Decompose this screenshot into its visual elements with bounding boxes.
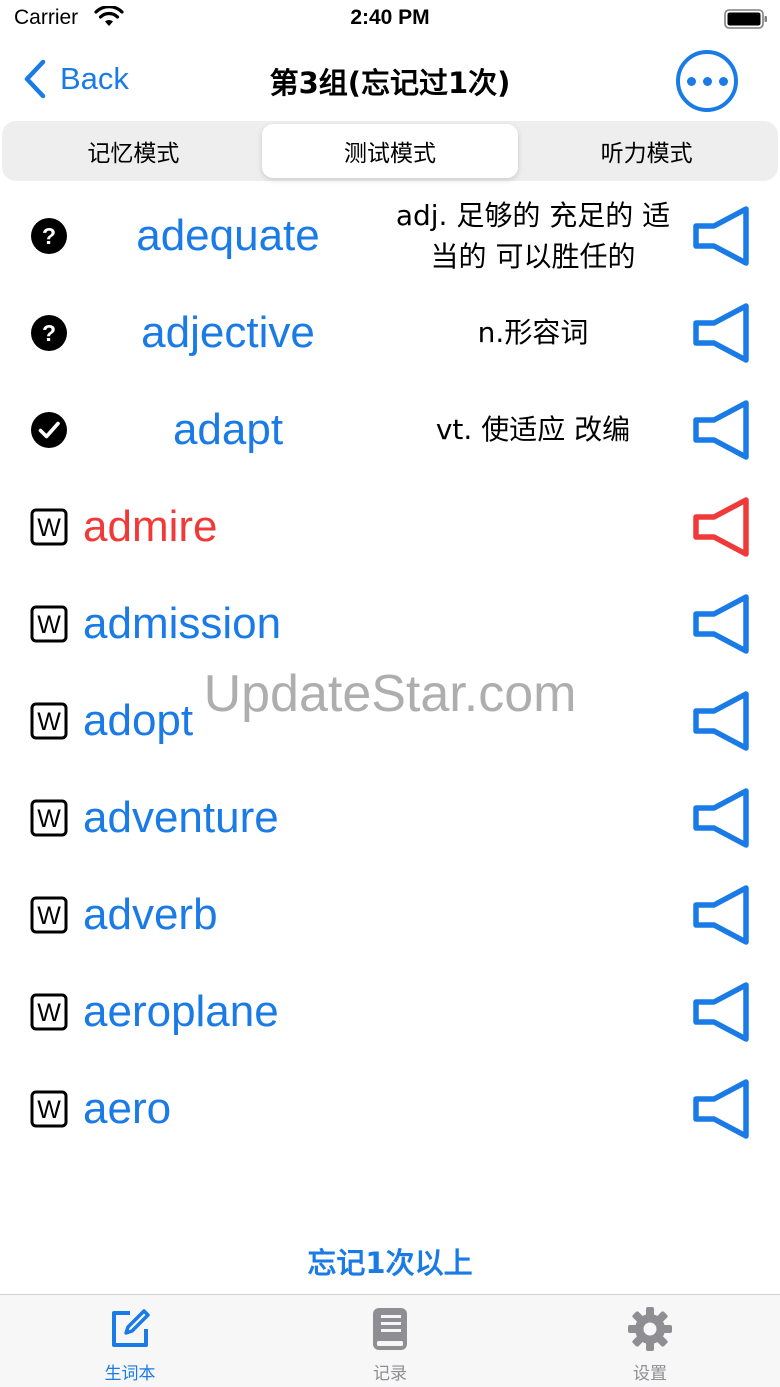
word-row: ? adjective n.形容词	[0, 284, 780, 381]
word-list: ? adequate adj. 足够的 充足的 适当的 可以胜任的 ? adje…	[0, 187, 780, 1157]
unknown-icon: ?	[30, 314, 68, 352]
speaker-icon[interactable]	[690, 593, 754, 655]
more-options-button[interactable]	[676, 50, 738, 112]
w-icon: W	[30, 1090, 68, 1128]
word-row: W adventure	[0, 769, 780, 866]
svg-text:W: W	[37, 902, 61, 930]
word-row: W aeroplane	[0, 963, 780, 1060]
word-row: W aero	[0, 1060, 780, 1157]
svg-text:W: W	[37, 708, 61, 736]
word-meaning: adj. 足够的 充足的 适当的 可以胜任的	[395, 198, 671, 273]
word-meaning: n.形容词	[477, 316, 589, 349]
gear-icon	[628, 1307, 672, 1351]
status-bar: Carrier 2:40 PM	[0, 0, 780, 40]
speaker-icon[interactable]	[690, 496, 754, 558]
w-icon: W	[30, 702, 68, 740]
word-meaning: vt. 使适应 改编	[435, 413, 631, 446]
word-row: W admire	[0, 478, 780, 575]
speaker-icon[interactable]	[690, 981, 754, 1043]
speaker-icon[interactable]	[690, 787, 754, 849]
unknown-icon: ?	[30, 217, 68, 255]
svg-text:W: W	[37, 999, 61, 1027]
word-text[interactable]: aero	[83, 1060, 171, 1157]
w-icon: W	[30, 799, 68, 837]
forgot-more-than-once-link[interactable]: 忘记1次以上	[0, 1240, 780, 1282]
word-text[interactable]: adverb	[83, 866, 218, 963]
speaker-icon[interactable]	[690, 690, 754, 752]
svg-text:?: ?	[42, 223, 56, 249]
svg-text:?: ?	[42, 320, 56, 346]
speaker-icon[interactable]	[690, 1078, 754, 1140]
word-text[interactable]: adjective	[90, 284, 366, 381]
more-dots-icon	[686, 76, 696, 86]
w-icon: W	[30, 896, 68, 934]
svg-text:W: W	[37, 611, 61, 639]
book-icon	[373, 1308, 407, 1350]
word-row: W adverb	[0, 866, 780, 963]
svg-text:W: W	[37, 1096, 61, 1124]
w-icon: W	[30, 508, 68, 546]
w-icon: W	[30, 605, 68, 643]
speaker-icon[interactable]	[690, 884, 754, 946]
tab-label: 设置	[633, 1364, 667, 1384]
more-dots-icon	[702, 76, 712, 86]
word-text[interactable]: admire	[83, 478, 218, 575]
tab-records[interactable]: 记录	[260, 1295, 520, 1387]
navigation-bar: Back 第3组(忘记过1次)	[0, 44, 780, 118]
tab-settings[interactable]: 设置	[520, 1295, 780, 1387]
word-text[interactable]: adapt	[90, 381, 366, 478]
word-row: W admission	[0, 575, 780, 672]
svg-text:W: W	[37, 514, 61, 542]
tab-vocabulary[interactable]: 生词本	[0, 1295, 260, 1387]
w-icon: W	[30, 993, 68, 1031]
word-row: ? adequate adj. 足够的 充足的 适当的 可以胜任的	[0, 187, 780, 284]
word-row: adapt vt. 使适应 改编	[0, 381, 780, 478]
checkmark-icon	[30, 411, 68, 449]
segment-test-mode[interactable]: 测试模式	[261, 124, 519, 178]
word-text[interactable]: aeroplane	[83, 963, 279, 1060]
speaker-icon[interactable]	[690, 205, 754, 267]
word-text[interactable]: adequate	[90, 187, 366, 284]
more-dots-icon	[718, 76, 728, 86]
battery-icon	[724, 9, 767, 29]
clock: 2:40 PM	[350, 6, 430, 29]
tab-label: 记录	[373, 1364, 407, 1384]
word-text[interactable]: adventure	[83, 769, 279, 866]
page-title: 第3组(忘记过1次)	[269, 66, 511, 100]
speaker-icon[interactable]	[690, 302, 754, 364]
mode-segmented-control: 记忆模式 测试模式 听力模式	[2, 121, 778, 181]
segment-memory-mode[interactable]: 记忆模式	[5, 124, 262, 178]
word-text[interactable]: adopt	[83, 672, 193, 769]
tab-label: 生词本	[104, 1364, 156, 1384]
svg-text:W: W	[37, 805, 61, 833]
edit-icon	[112, 1309, 150, 1347]
speaker-icon[interactable]	[690, 399, 754, 461]
segment-listening-mode[interactable]: 听力模式	[518, 124, 775, 178]
word-text[interactable]: admission	[83, 575, 281, 672]
word-row: W adopt	[0, 672, 780, 769]
tab-bar: 生词本 记录 设置	[0, 1294, 780, 1387]
